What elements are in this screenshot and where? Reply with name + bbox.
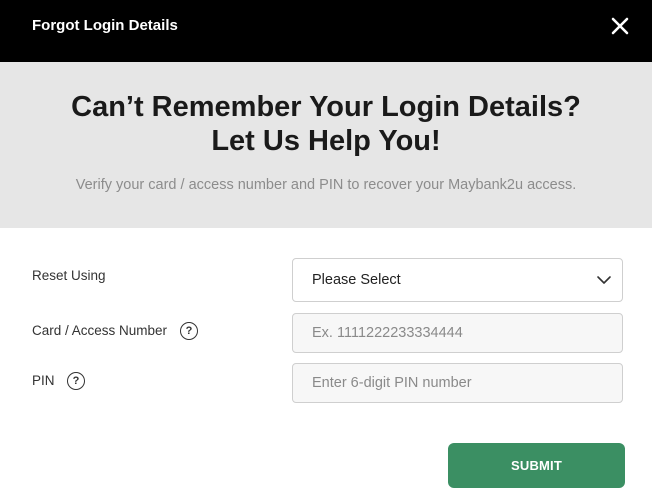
forgot-login-modal: Forgot Login Details Can’t Remember Your… [0, 0, 652, 495]
hero-title-line2: Let Us Help You! [211, 125, 441, 157]
hero-title: Can’t Remember Your Login Details? Let U… [0, 62, 652, 158]
card-number-label: Card / Access Number [32, 323, 168, 338]
hero-title-line1: Can’t Remember Your Login Details? [71, 91, 581, 123]
reset-using-label: Reset Using [32, 268, 106, 283]
modal-title: Forgot Login Details [32, 17, 178, 34]
chevron-down-icon [597, 276, 611, 284]
reset-using-selected: Please Select [312, 272, 401, 288]
close-button[interactable] [608, 14, 632, 38]
card-number-help-icon[interactable]: ? [180, 322, 198, 340]
hero-subtitle: Verify your card / access number and PIN… [75, 177, 577, 193]
reset-using-select[interactable]: Please Select [292, 258, 623, 302]
pin-label: PIN [32, 373, 55, 388]
modal-header: Forgot Login Details [0, 0, 652, 62]
pin-help-icon[interactable]: ? [67, 372, 85, 390]
hero-banner: Can’t Remember Your Login Details? Let U… [0, 62, 652, 228]
submit-button[interactable]: SUBMIT [448, 443, 625, 488]
close-icon [611, 17, 629, 35]
card-number-input[interactable] [292, 313, 623, 353]
pin-input[interactable] [292, 363, 623, 403]
